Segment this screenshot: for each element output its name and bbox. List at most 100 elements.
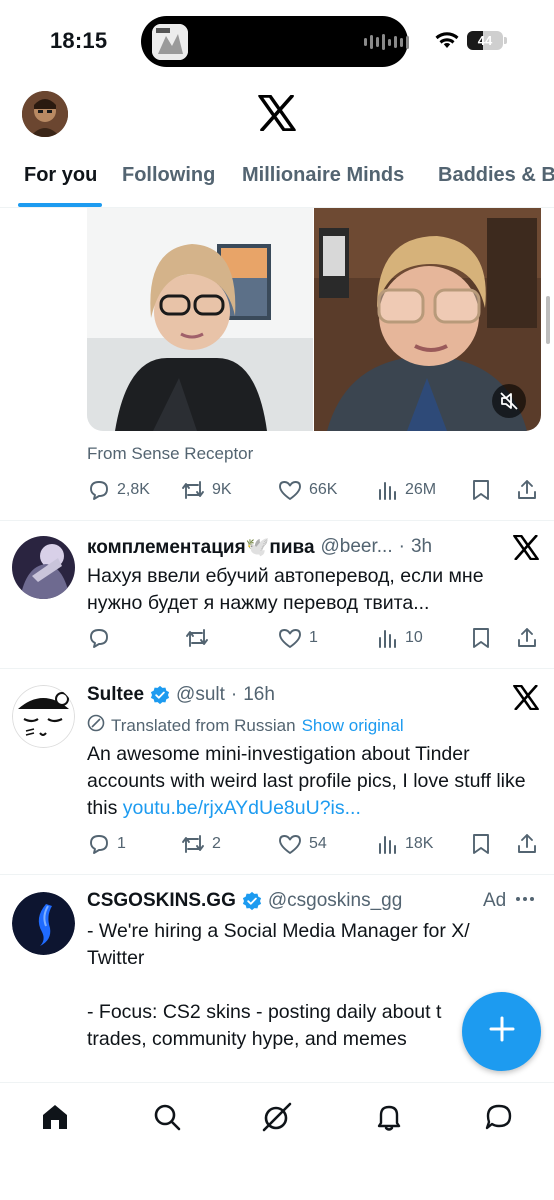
tab-for-you[interactable]: For you [24,164,97,187]
handle[interactable]: @csgoskins_gg [268,890,402,912]
handle[interactable]: @beer... [321,536,393,558]
reply-icon [87,626,111,650]
views-button[interactable]: 26M [375,477,436,503]
nav-messages[interactable] [482,1102,516,1136]
divider [0,874,554,875]
reply-button[interactable]: 2,8K [87,477,150,503]
now-playing-thumbnail [152,24,188,60]
views-count: 18K [405,835,434,852]
verified-badge-icon [242,891,262,911]
like-count: 54 [309,835,327,852]
handle[interactable]: @sult [176,684,225,706]
views-button[interactable]: 10 [375,625,423,651]
bookmark-icon [470,832,492,856]
share-icon [515,626,539,650]
heart-icon [277,832,303,856]
repost-icon [180,478,206,502]
heart-icon [277,626,303,650]
profile-avatar[interactable] [22,91,68,137]
more-options-icon[interactable] [516,897,534,901]
reply-count: 1 [117,835,126,852]
like-count: 66K [309,481,338,498]
timeline-tabs: For you Following Millionaire Minds Badd… [0,150,554,208]
tweet-header: CSGOSKINS.GG @csgoskins_gg [87,890,402,912]
active-tab-indicator [18,203,102,207]
battery-percent: 44 [477,33,493,48]
avatar[interactable] [12,685,75,748]
views-count: 10 [405,629,423,646]
tweet-header: Sultee @sult · 16h [87,684,275,706]
repost-button[interactable]: 9K [180,477,232,503]
reply-icon [87,478,111,502]
translation-notice: Translated from Russian Show original [87,714,404,737]
like-button[interactable]: 66K [277,477,337,503]
nav-search[interactable] [150,1102,184,1136]
share-button[interactable] [515,625,539,651]
views-button[interactable]: 18K [375,831,433,857]
media-source-label: From Sense Receptor [87,444,254,463]
share-button[interactable] [515,831,539,857]
tab-millionaire-minds[interactable]: Millionaire Minds [242,164,404,187]
bookmark-icon [470,478,492,502]
separator: · [230,684,238,705]
heart-icon [277,478,303,502]
x-logo-icon[interactable] [258,94,296,136]
bookmark-button[interactable] [470,831,492,857]
scrollbar[interactable] [546,296,550,344]
timestamp[interactable]: 16h [243,684,275,706]
views-icon [375,626,399,650]
reply-count: 2,8K [117,481,150,498]
timestamp[interactable]: 3h [411,536,432,558]
like-button[interactable]: 1 [277,625,318,651]
bookmark-button[interactable] [470,625,492,651]
repost-count: 2 [212,835,221,852]
nav-notifications[interactable] [372,1102,406,1136]
status-time: 18:15 [50,28,108,53]
bookmark-button[interactable] [470,477,492,503]
nav-home[interactable] [38,1102,72,1136]
wifi-icon [434,30,460,55]
like-button[interactable]: 54 [277,831,327,857]
tab-following[interactable]: Following [122,164,215,187]
show-original-link[interactable]: Show original [302,716,404,736]
views-icon [375,478,399,502]
nav-grok[interactable] [260,1102,294,1136]
tab-baddies[interactable]: Baddies & B [438,164,554,187]
avatar[interactable] [12,536,75,599]
display-name[interactable]: CSGOSKINS.GG [87,890,236,912]
grok-icon [260,1100,294,1139]
grok-x-icon[interactable] [513,534,539,565]
share-icon [515,478,539,502]
divider [0,668,554,669]
repost-button[interactable] [184,625,216,651]
repost-button[interactable]: 2 [180,831,221,857]
plus-icon [487,1014,517,1049]
separator: · [398,536,405,557]
tweet-actions: 1 2 54 18K [87,831,542,857]
views-icon [375,832,399,856]
tweet-text: An awesome mini-investigation about Tind… [87,741,542,822]
share-button[interactable] [515,477,539,503]
display-name[interactable]: комплементация🕊️пива [87,535,315,559]
tweet-link[interactable]: youtu.be/rjxAYdUe8uU?is... [123,797,361,819]
messages-icon [483,1101,515,1138]
reply-button[interactable]: 1 [87,831,126,857]
home-icon [39,1101,71,1138]
mute-icon[interactable] [498,390,520,417]
reply-button[interactable] [87,625,117,651]
reply-icon [87,832,111,856]
ad-line: Twitter [87,947,145,969]
repost-count: 9K [212,481,232,498]
display-name[interactable]: Sultee [87,684,144,706]
translated-label: Translated from Russian [111,715,296,735]
share-icon [515,832,539,856]
avatar[interactable] [12,892,75,955]
audio-waveform-icon [364,33,409,51]
like-count: 1 [309,629,318,646]
views-count: 26M [405,481,437,498]
ad-label: Ad [483,890,507,911]
grok-x-icon[interactable] [513,684,539,715]
video-media[interactable] [87,208,541,431]
tweet-actions: 2,8K 9K 66K 26M [87,477,542,503]
compose-button[interactable] [462,992,541,1071]
